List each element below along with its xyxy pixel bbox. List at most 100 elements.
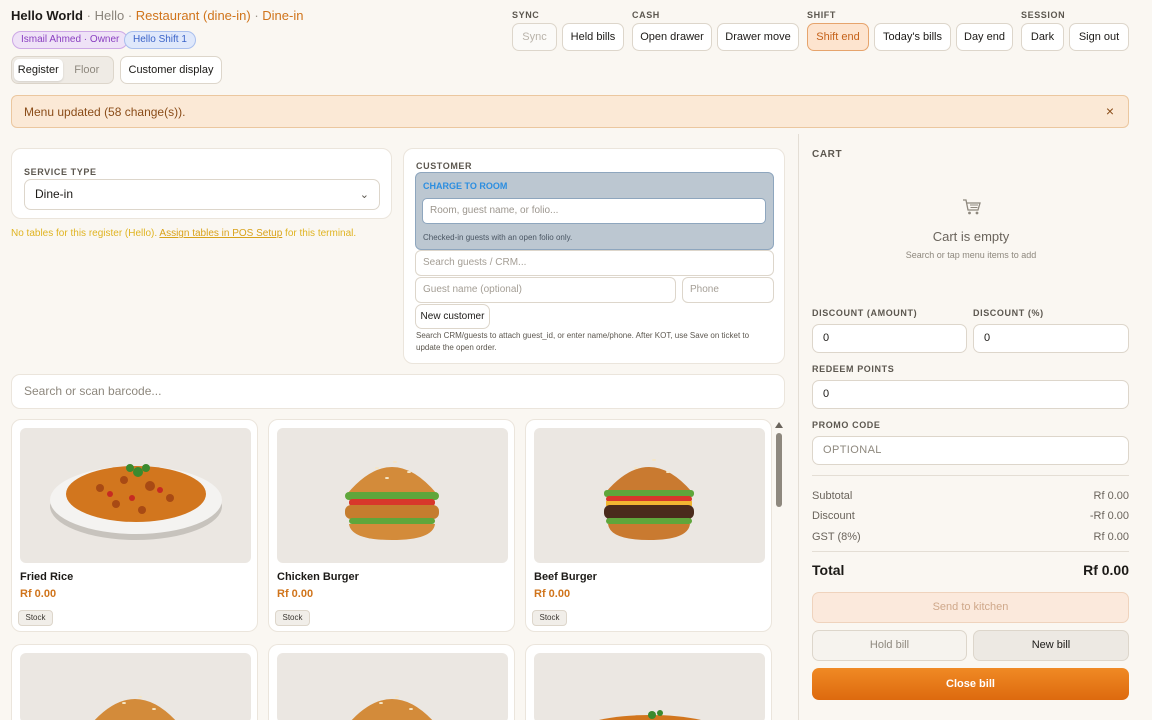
- tab-register[interactable]: Register: [14, 59, 63, 81]
- gst-label: GST (8%): [812, 531, 861, 543]
- drawer-move-button[interactable]: Drawer move: [717, 23, 799, 51]
- discount-value: -Rf 0.00: [1089, 510, 1129, 522]
- location-name: Hello: [94, 8, 125, 23]
- product-grid-scrollbar[interactable]: [774, 420, 784, 720]
- discount-percent-input[interactable]: 0: [973, 324, 1129, 353]
- product-name: Chicken Burger: [277, 571, 359, 583]
- notice-text: No tables for this register (Hello).: [11, 228, 158, 239]
- subtotal-label: Subtotal: [812, 490, 853, 502]
- total-value: Rf 0.00: [1083, 562, 1129, 578]
- stock-badge: Stock: [275, 610, 310, 626]
- mode-name: Dine-in: [262, 8, 304, 23]
- close-bill-button[interactable]: Close bill: [812, 668, 1129, 700]
- shift-group-label: SHIFT: [807, 10, 836, 20]
- send-to-kitchen-button[interactable]: Send to kitchen: [812, 592, 1129, 623]
- sync-group-label: SYNC: [512, 10, 540, 20]
- chicken-burger-image: [277, 428, 508, 563]
- product-card[interactable]: Beef Burger Rf 0.00 Stock: [525, 419, 772, 632]
- product-card[interactable]: [11, 644, 258, 720]
- new-bill-button[interactable]: New bill: [973, 630, 1129, 661]
- open-drawer-button[interactable]: Open drawer: [632, 23, 712, 51]
- product-card[interactable]: [268, 644, 515, 720]
- beef-burger-image: [534, 428, 765, 563]
- held-bills-button[interactable]: Held bills: [562, 23, 624, 51]
- redeem-points-input[interactable]: 0: [812, 380, 1129, 409]
- notice-text-end: for this terminal.: [285, 228, 357, 239]
- charge-to-room-box: CHARGE TO ROOM Room, guest name, or foli…: [415, 172, 774, 250]
- discount-percent-label: DISCOUNT (%): [973, 308, 1044, 318]
- subtotal-row: Subtotal Rf 0.00: [812, 490, 1129, 502]
- todays-bills-button[interactable]: Today's bills: [874, 23, 951, 51]
- brand-name: Hello World: [11, 8, 83, 23]
- stock-badge: Stock: [18, 610, 53, 626]
- product-card[interactable]: Chicken Burger Rf 0.00 Stock: [268, 419, 515, 632]
- cash-group-label: CASH: [632, 10, 660, 20]
- assign-tables-link[interactable]: Assign tables in POS Setup: [159, 228, 282, 239]
- dark-mode-button[interactable]: Dark: [1021, 23, 1064, 51]
- service-type-label: SERVICE TYPE: [24, 167, 97, 177]
- hold-bill-button[interactable]: Hold bill: [812, 630, 967, 661]
- close-icon[interactable]: ×: [1106, 103, 1114, 119]
- redeem-points-label: REDEEM POINTS: [812, 364, 895, 374]
- chevron-down-icon: ⌄: [359, 189, 369, 201]
- cart-empty-subtext: Search or tap menu items to add: [905, 250, 1037, 260]
- service-type-panel: SERVICE TYPE Dine-in ⌄: [11, 148, 392, 219]
- discount-amount-label: DISCOUNT (AMOUNT): [812, 308, 918, 318]
- fried-rice-image: [20, 428, 251, 563]
- product-card[interactable]: [525, 644, 772, 720]
- outlet-name: Restaurant (dine-in): [135, 8, 251, 23]
- burger-image: [20, 653, 251, 720]
- gst-row: GST (8%) Rf 0.00: [812, 531, 1129, 543]
- product-search-input[interactable]: Search or scan barcode...: [11, 374, 785, 409]
- total-row: Total Rf 0.00: [812, 562, 1129, 578]
- total-label: Total: [812, 562, 845, 578]
- service-type-select[interactable]: Dine-in ⌄: [24, 179, 380, 210]
- view-toggle: Register Floor: [11, 56, 114, 84]
- service-type-value: Dine-in: [35, 187, 74, 201]
- promo-code-input[interactable]: OPTIONAL: [812, 436, 1129, 465]
- discount-row: Discount -Rf 0.00: [812, 510, 1129, 522]
- rice-image: [534, 653, 765, 720]
- gst-value: Rf 0.00: [1093, 531, 1129, 543]
- customer-label: CUSTOMER: [416, 161, 473, 171]
- product-card[interactable]: Fried Rice Rf 0.00 Stock: [11, 419, 258, 632]
- stock-badge: Stock: [532, 610, 567, 626]
- banner-text: Menu updated (58 change(s)).: [24, 105, 186, 119]
- room-hint: Checked-in guests with an open folio onl…: [423, 233, 573, 242]
- shift-badge: Hello Shift 1: [124, 31, 196, 49]
- charge-to-room-label: CHARGE TO ROOM: [423, 181, 508, 191]
- divider: [812, 551, 1129, 552]
- brand-breadcrumb: Hello World · Hello · Restaurant (dine-i…: [11, 8, 304, 23]
- guest-name-input[interactable]: Guest name (optional): [415, 277, 676, 303]
- subtotal-value: Rf 0.00: [1093, 490, 1129, 502]
- shift-end-button[interactable]: Shift end: [807, 23, 869, 51]
- cart-title: CART: [812, 149, 843, 160]
- session-group-label: SESSION: [1021, 10, 1066, 20]
- product-name: Fried Rice: [20, 571, 74, 583]
- product-price: Rf 0.00: [277, 588, 314, 600]
- promo-code-label: PROMO CODE: [812, 420, 881, 430]
- cart-panel: CART Cart is empty Search or tap menu it…: [798, 134, 1142, 720]
- discount-amount-input[interactable]: 0: [812, 324, 967, 353]
- product-name: Beef Burger: [534, 571, 597, 583]
- burger-image: [277, 653, 508, 720]
- cart-icon: [962, 198, 982, 219]
- customer-display-button[interactable]: Customer display: [120, 56, 222, 84]
- new-customer-button[interactable]: New customer: [415, 304, 490, 329]
- customer-help-text: Search CRM/guests to attach guest_id, or…: [416, 331, 750, 352]
- day-end-button[interactable]: Day end: [956, 23, 1013, 51]
- sign-out-button[interactable]: Sign out: [1069, 23, 1129, 51]
- guest-search-input[interactable]: Search guests / CRM...: [415, 250, 774, 276]
- no-tables-notice: No tables for this register (Hello). Ass…: [11, 228, 356, 239]
- product-price: Rf 0.00: [20, 588, 57, 600]
- sync-button[interactable]: Sync: [512, 23, 557, 51]
- product-price: Rf 0.00: [534, 588, 571, 600]
- room-search-input[interactable]: Room, guest name, or folio...: [422, 198, 766, 224]
- divider: [812, 475, 1129, 476]
- menu-updated-banner: Menu updated (58 change(s)). ×: [11, 95, 1129, 128]
- user-badge: Ismail Ahmed · Owner: [12, 31, 129, 49]
- cart-empty-text: Cart is empty: [932, 229, 1010, 244]
- customer-panel: CUSTOMER CHARGE TO ROOM Room, guest name…: [403, 148, 785, 364]
- tab-floor[interactable]: Floor: [63, 59, 112, 81]
- phone-input[interactable]: Phone: [682, 277, 774, 303]
